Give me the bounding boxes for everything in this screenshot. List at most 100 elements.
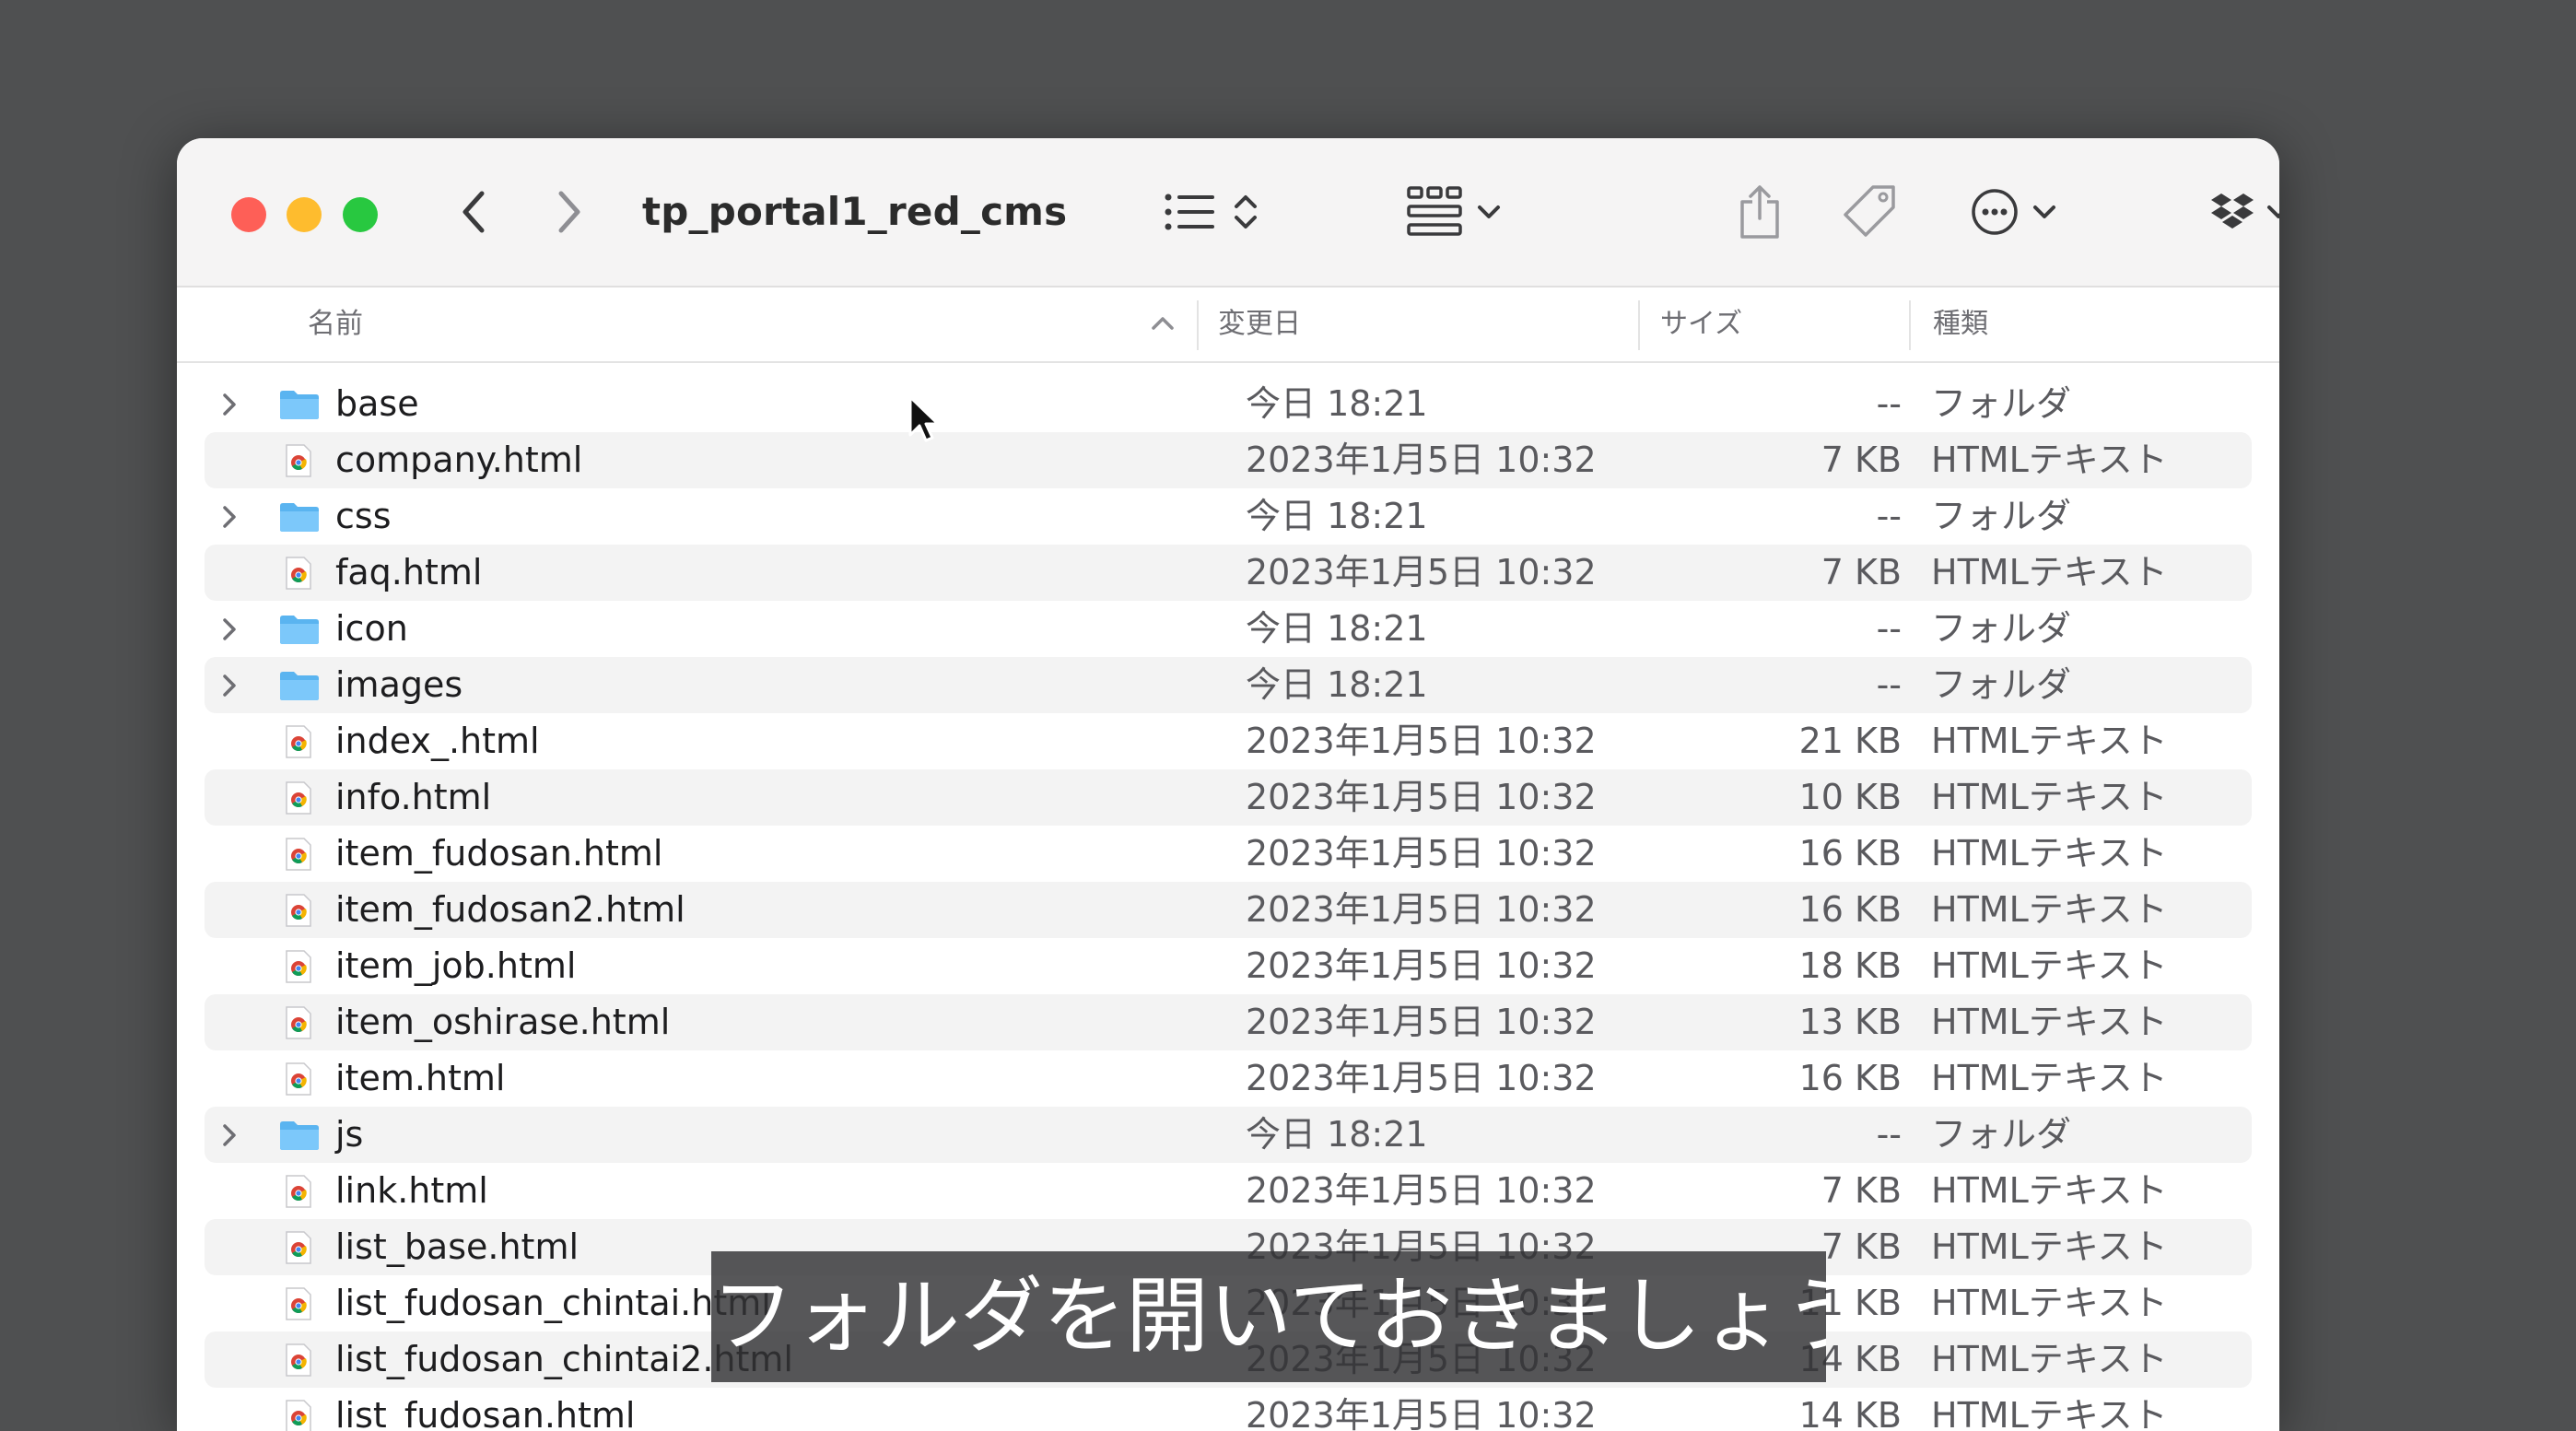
- file-kind: フォルダ: [1931, 383, 2072, 424]
- column-separator[interactable]: [1638, 300, 1640, 350]
- disclosure-chevron-icon[interactable]: [216, 672, 243, 699]
- chrome-html-icon: [286, 781, 311, 815]
- view-options-button[interactable]: [1152, 175, 1271, 249]
- file-size: 7 KB: [1821, 440, 1902, 480]
- finder-window: tp_portal1_red_cms 名前 変更日 サイズ 種類 base 今日…: [177, 138, 2279, 1431]
- file-name: list_base.html: [335, 1226, 580, 1267]
- column-header: 名前 変更日 サイズ 種類: [177, 287, 2279, 363]
- file-size: 16 KB: [1798, 833, 1902, 874]
- file-name: company.html: [335, 440, 583, 480]
- file-kind: HTMLテキスト: [1931, 440, 2168, 480]
- dropbox-button[interactable]: [2204, 175, 2279, 249]
- column-name-header[interactable]: 名前: [308, 287, 363, 361]
- file-date: 今日 18:21: [1246, 608, 1428, 649]
- video-subtitle: フォルダを開いておきましょう。: [711, 1251, 1826, 1382]
- file-size: 13 KB: [1798, 1002, 1902, 1042]
- disclosure-chevron-icon[interactable]: [216, 503, 243, 531]
- folder-row[interactable]: js 今日 18:21 -- フォルダ: [205, 1107, 2252, 1163]
- file-date: 2023年1月5日 10:32: [1246, 889, 1597, 930]
- file-kind: HTMLテキスト: [1931, 1226, 2168, 1267]
- chrome-html-icon: [286, 1343, 311, 1377]
- file-size: 21 KB: [1798, 721, 1902, 761]
- file-row[interactable]: link.html 2023年1月5日 10:32 7 KB HTMLテキスト: [205, 1163, 2252, 1219]
- file-row[interactable]: faq.html 2023年1月5日 10:32 7 KB HTMLテキスト: [205, 545, 2252, 601]
- file-kind: HTMLテキスト: [1931, 552, 2168, 592]
- file-name: item_job.html: [335, 945, 577, 986]
- file-date: 2023年1月5日 10:32: [1246, 1058, 1597, 1098]
- column-date-header[interactable]: 変更日: [1218, 287, 1301, 361]
- file-size: 7 KB: [1821, 552, 1902, 592]
- pointer-cursor-icon: [908, 395, 940, 442]
- file-row[interactable]: index_.html 2023年1月5日 10:32 21 KB HTMLテキスト: [205, 713, 2252, 769]
- file-row[interactable]: company.html 2023年1月5日 10:32 7 KB HTMLテキスト: [205, 432, 2252, 488]
- file-kind: HTMLテキスト: [1931, 833, 2168, 874]
- chrome-html-icon: [286, 950, 311, 983]
- file-size: --: [1876, 608, 1902, 649]
- minimize-button[interactable]: [287, 197, 322, 232]
- column-size-header[interactable]: サイズ: [1660, 287, 1742, 361]
- disclosure-chevron-icon[interactable]: [216, 616, 243, 643]
- toolbar: tp_portal1_red_cms: [177, 138, 2279, 287]
- back-button[interactable]: [450, 175, 498, 249]
- column-kind-header[interactable]: 種類: [1933, 287, 1988, 361]
- file-date: 今日 18:21: [1246, 383, 1428, 424]
- file-row[interactable]: item.html 2023年1月5日 10:32 16 KB HTMLテキスト: [205, 1050, 2252, 1107]
- file-kind: HTMLテキスト: [1931, 1339, 2168, 1379]
- chevron-down-icon: [2267, 205, 2279, 218]
- file-date: 2023年1月5日 10:32: [1246, 440, 1597, 480]
- file-size: 16 KB: [1798, 889, 1902, 930]
- column-separator[interactable]: [1909, 300, 1911, 350]
- file-row[interactable]: info.html 2023年1月5日 10:32 10 KB HTMLテキスト: [205, 769, 2252, 826]
- tag-icon: [1844, 185, 1895, 237]
- file-name: list_fudosan_chintai.html: [335, 1283, 771, 1323]
- file-kind: フォルダ: [1931, 664, 2072, 705]
- file-date: 2023年1月5日 10:32: [1246, 552, 1597, 592]
- forward-button[interactable]: [545, 175, 593, 249]
- file-date: 今日 18:21: [1246, 664, 1428, 705]
- close-button[interactable]: [231, 197, 266, 232]
- file-row[interactable]: list_fudosan.html 2023年1月5日 10:32 14 KB HTM…: [205, 1388, 2252, 1431]
- file-name: js: [335, 1114, 364, 1155]
- grid-view-icon: [1407, 186, 1462, 236]
- more-actions-button[interactable]: [1962, 175, 2064, 249]
- zoom-button[interactable]: [343, 197, 378, 232]
- folder-row[interactable]: base 今日 18:21 -- フォルダ: [205, 376, 2252, 432]
- file-name: icon: [335, 608, 408, 649]
- disclosure-chevron-icon[interactable]: [216, 1121, 243, 1149]
- share-icon: [1740, 185, 1779, 239]
- file-date: 2023年1月5日 10:32: [1246, 1395, 1597, 1431]
- file-row[interactable]: item_job.html 2023年1月5日 10:32 18 KB HTMLテキス…: [205, 938, 2252, 994]
- folder-row[interactable]: css 今日 18:21 -- フォルダ: [205, 488, 2252, 545]
- file-name: item_fudosan.html: [335, 833, 663, 874]
- share-button[interactable]: [1734, 175, 1786, 249]
- file-kind: フォルダ: [1931, 496, 2072, 536]
- file-size: --: [1876, 1114, 1902, 1155]
- file-name: css: [335, 496, 392, 536]
- file-row[interactable]: item_oshirase.html 2023年1月5日 10:32 13 KB HT…: [205, 994, 2252, 1050]
- tag-button[interactable]: [1841, 175, 1900, 249]
- file-kind: HTMLテキスト: [1931, 1395, 2168, 1431]
- folder-icon: [280, 1121, 319, 1150]
- file-kind: HTMLテキスト: [1931, 945, 2168, 986]
- file-row[interactable]: item_fudosan.html 2023年1月5日 10:32 16 KB HTM…: [205, 826, 2252, 882]
- folder-row[interactable]: images 今日 18:21 -- フォルダ: [205, 657, 2252, 713]
- folder-row[interactable]: icon 今日 18:21 -- フォルダ: [205, 601, 2252, 657]
- file-kind: フォルダ: [1931, 608, 2072, 649]
- disclosure-chevron-icon[interactable]: [216, 391, 243, 418]
- file-date: 2023年1月5日 10:32: [1246, 721, 1597, 761]
- back-icon: [463, 191, 485, 233]
- sort-ascending-icon[interactable]: [1151, 315, 1175, 332]
- chrome-html-icon: [286, 1287, 311, 1320]
- chevron-down-icon: [2033, 205, 2055, 218]
- column-separator[interactable]: [1197, 300, 1199, 350]
- chrome-html-icon: [286, 444, 311, 477]
- file-kind: HTMLテキスト: [1931, 1170, 2168, 1211]
- file-kind: HTMLテキスト: [1931, 1002, 2168, 1042]
- file-date: 2023年1月5日 10:32: [1246, 777, 1597, 817]
- group-view-button[interactable]: [1398, 175, 1510, 249]
- chrome-html-icon: [286, 1231, 311, 1264]
- more-icon: [1972, 189, 2018, 235]
- file-date: 今日 18:21: [1246, 1114, 1428, 1155]
- folder-icon: [280, 616, 319, 644]
- file-row[interactable]: item_fudosan2.html 2023年1月5日 10:32 16 KB HT…: [205, 882, 2252, 938]
